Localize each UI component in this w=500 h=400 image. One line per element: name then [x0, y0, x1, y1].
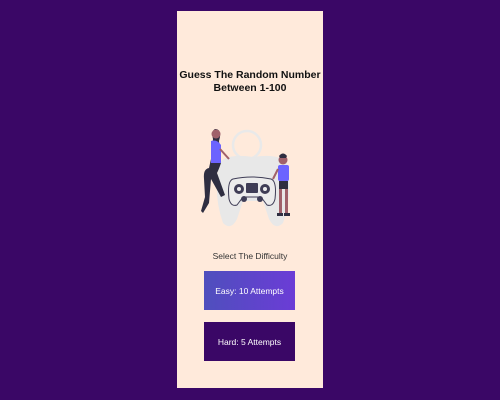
hard-difficulty-button[interactable]: Hard: 5 Attempts	[204, 322, 295, 361]
game-controller-icon	[228, 176, 276, 206]
title-line-1: Guess The Random Number	[179, 69, 321, 81]
game-controller-illustration	[201, 129, 290, 227]
difficulty-prompt: Select The Difficulty	[212, 251, 288, 261]
game-card: Guess The Random Number Between 1-100 Se…	[177, 11, 323, 388]
title-line-2: Between 1-100	[213, 82, 287, 94]
easy-difficulty-button[interactable]: Easy: 10 Attempts	[204, 271, 295, 310]
page-title: Guess The Random Number Between 1-100	[177, 69, 323, 95]
